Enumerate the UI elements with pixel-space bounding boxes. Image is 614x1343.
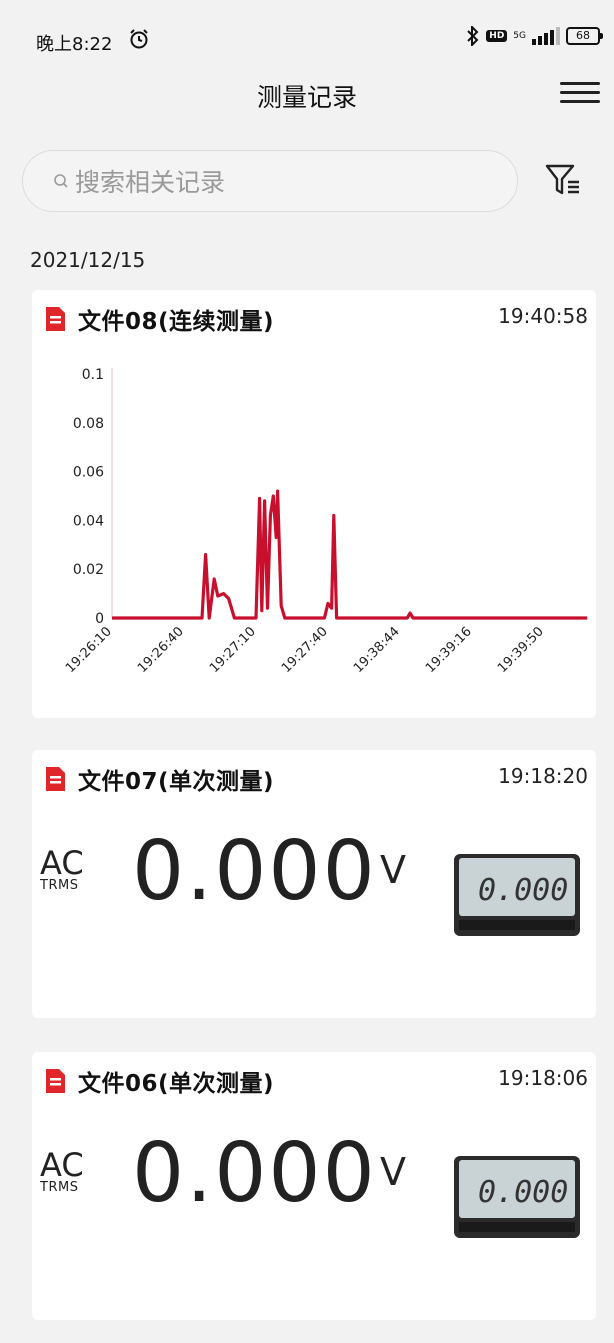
search-input[interactable]: 搜索相关记录 [22, 150, 518, 212]
alarm-clock-icon [130, 29, 148, 49]
reading-unit: V [380, 848, 406, 892]
record-card[interactable]: 文件06(单次测量) 19:18:06 AC TRMS 0.000 V 0.00… [32, 1052, 596, 1320]
y-tick-label: 0.04 [73, 513, 104, 529]
reading-value: 0.000 [132, 824, 377, 919]
record-time: 19:40:58 [498, 304, 588, 328]
file-icon [46, 767, 65, 791]
x-tick-label: 19:27:40 [279, 624, 331, 676]
mode-sub-label: TRMS [40, 1180, 79, 1195]
y-tick-label: 0.08 [73, 416, 104, 432]
record-title: 文件06(单次测量) [78, 1071, 275, 1097]
record-title: 文件08(连续测量) [78, 309, 275, 335]
status-icons: HD 5G 68 [466, 26, 603, 46]
reading-unit: V [380, 1150, 406, 1194]
meter-lcd-thumbnail: 0.000 [454, 1156, 580, 1238]
page-title: 测量记录 [256, 83, 357, 112]
x-tick-label: 19:39:50 [495, 624, 547, 676]
bluetooth-icon [467, 26, 479, 46]
status-time: 晚上8:22 [36, 34, 113, 55]
signal-icon [532, 27, 560, 45]
mode-sub-label: TRMS [40, 878, 79, 893]
x-tick-label: 19:27:10 [207, 624, 259, 676]
status-bar: 晚上8:22 HD 5G 68 [0, 0, 614, 80]
menu-icon [560, 91, 600, 94]
file-icon [46, 307, 65, 331]
file-icon [46, 1069, 65, 1093]
x-tick-label: 19:26:10 [63, 624, 115, 676]
record-card[interactable]: 文件08(连续测量) 19:40:58 0.1 0.08 0.06 0.04 0.02 0… [32, 290, 596, 718]
x-tick-label: 19:26:40 [135, 624, 187, 676]
title-bar: 测量记录 [0, 70, 614, 120]
x-tick-label: 19:38:44 [351, 624, 403, 676]
record-time: 19:18:20 [498, 764, 588, 788]
mode-label: AC [40, 1146, 84, 1184]
meter-lcd-thumbnail: 0.000 [454, 854, 580, 936]
series-line [112, 489, 588, 620]
y-tick-label: 0.1 [82, 367, 104, 383]
menu-button[interactable] [560, 76, 600, 112]
x-tick-label: 19:39:16 [423, 624, 475, 676]
network-label: 5G [513, 30, 526, 41]
hd-badge: HD [486, 30, 508, 42]
search-placeholder: 搜索相关记录 [75, 168, 226, 197]
svg-text:0.000: 0.000 [478, 1175, 568, 1210]
measurement-chart: 0.10.080.060.040.02019:26:10 19:26:40 19:2… [63, 367, 588, 676]
record-title: 文件07(单次测量) [78, 769, 275, 795]
reading-value: 0.000 [132, 1126, 377, 1221]
svg-text:0.000: 0.000 [478, 873, 568, 908]
menu-icon [560, 82, 600, 85]
mode-label: AC [40, 844, 84, 882]
filter-icon[interactable] [543, 160, 583, 200]
menu-icon [560, 100, 600, 103]
y-tick-label: 0.02 [73, 562, 104, 578]
y-tick-label: 0.06 [73, 465, 104, 481]
battery-icon: 68 [566, 27, 603, 45]
search-icon [54, 174, 68, 188]
date-group-header: 2021/12/15 [30, 248, 146, 272]
record-card[interactable]: 文件07(单次测量) 19:18:20 AC TRMS 0.000 V 0.00… [32, 750, 596, 1018]
record-time: 19:18:06 [498, 1066, 588, 1090]
